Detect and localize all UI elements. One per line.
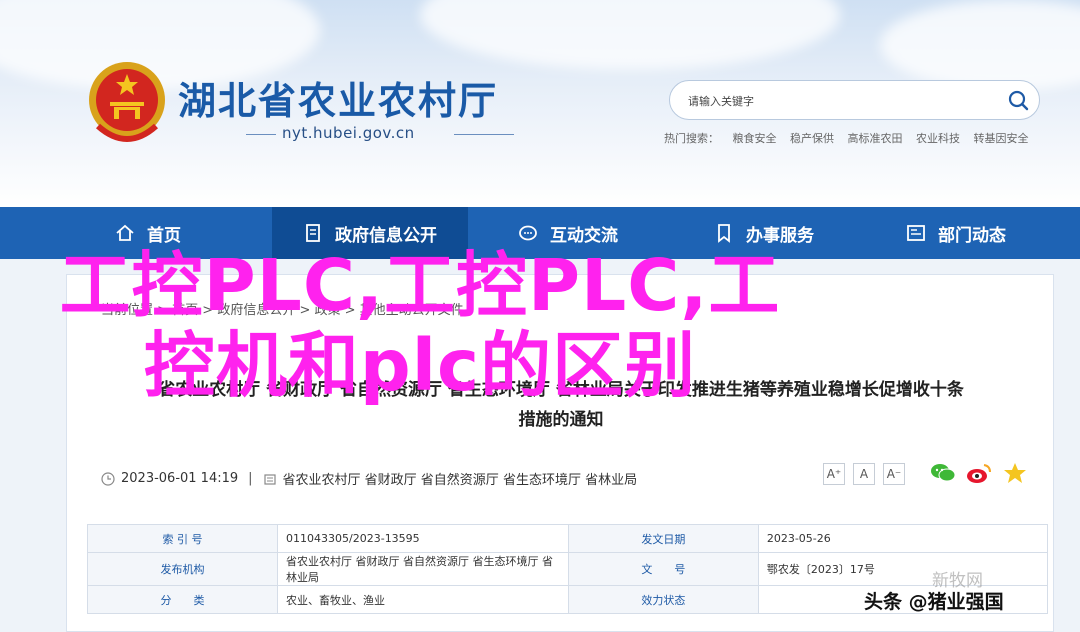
search-box xyxy=(669,80,1040,120)
article-title-line: 措施的通知 xyxy=(518,410,604,430)
hot-search-row: 热门搜索： 粮食安全 稳产保供 高标准农田 农业科技 转基因安全 xyxy=(664,130,1039,146)
favorite-star-icon[interactable] xyxy=(1001,461,1029,485)
info-key: 文 号 xyxy=(567,552,759,586)
chat-icon xyxy=(519,225,537,241)
info-key: 分 类 xyxy=(86,585,279,614)
meta-divider: | xyxy=(248,471,253,486)
site-header: 湖北省农业农村厅 nyt.hubei.gov.cn 热门搜索： 粮食安全 稳产保… xyxy=(0,0,1080,207)
info-key: 效力状态 xyxy=(567,585,759,614)
share-icons xyxy=(929,461,1029,485)
watermark-text: 头条 @猪业强国 xyxy=(864,591,1004,613)
hot-search-label: 热门搜索： xyxy=(664,132,719,145)
hot-search-term[interactable]: 农业科技 xyxy=(916,132,960,145)
table-row: 索 引 号 011043305/2023-13595 发文日期 2023-05-… xyxy=(86,524,1049,553)
site-domain: nyt.hubei.gov.cn xyxy=(246,124,514,144)
hot-search-term[interactable]: 转基因安全 xyxy=(974,132,1029,145)
info-key: 索 引 号 xyxy=(86,524,279,553)
article-source: 省农业农村厅 省财政厅 省自然资源厅 省生态环境厅 省林业局 xyxy=(282,473,638,488)
publish-date: 2023-06-01 14:19 xyxy=(121,471,239,486)
search-input[interactable] xyxy=(686,89,990,113)
national-emblem-icon xyxy=(89,62,165,142)
info-value: 省农业农村厅 省财政厅 省自然资源厅 省生态环境厅 省林业局 xyxy=(277,552,569,586)
nav-item-label: 政府信息公开 xyxy=(335,225,437,246)
cloud-decoration xyxy=(420,0,840,70)
document-icon xyxy=(306,224,320,242)
nav-item-label: 互动交流 xyxy=(550,225,618,246)
font-decrease-button[interactable]: A⁻ xyxy=(883,463,905,485)
cloud-decoration xyxy=(880,0,1080,90)
hot-search-term[interactable]: 高标准农田 xyxy=(848,132,903,145)
info-value: 011043305/2023-13595 xyxy=(277,524,569,553)
home-icon xyxy=(116,224,134,241)
source-icon xyxy=(263,473,276,485)
hot-search-term[interactable]: 粮食安全 xyxy=(733,132,777,145)
nav-item-label: 部门动态 xyxy=(938,225,1006,246)
bookmark-icon xyxy=(718,224,730,243)
info-value: 鄂农发〔2023〕17号 xyxy=(757,552,1049,586)
font-default-button[interactable]: A xyxy=(853,463,875,485)
search-icon[interactable] xyxy=(1005,87,1033,115)
font-size-controls: A⁺ A A⁻ xyxy=(823,463,905,485)
info-value: 农业、畜牧业、渔业 xyxy=(277,585,569,614)
clock-icon xyxy=(101,471,115,486)
weibo-icon[interactable] xyxy=(965,461,993,485)
font-increase-button[interactable]: A⁺ xyxy=(823,463,845,485)
info-key: 发布机构 xyxy=(86,552,279,586)
hot-search-term[interactable]: 稳产保供 xyxy=(790,132,834,145)
overlay-headline: 工控PLC,工控PLC,工控机和plc的区别 xyxy=(59,244,781,407)
news-icon xyxy=(907,225,925,241)
nav-item-label: 办事服务 xyxy=(746,225,814,246)
nav-item-label: 首页 xyxy=(147,225,181,246)
wechat-icon[interactable] xyxy=(929,461,957,485)
table-row: 发布机构 省农业农村厅 省财政厅 省自然资源厅 省生态环境厅 省林业局 文 号 … xyxy=(86,552,1049,586)
info-value: 2023-05-26 xyxy=(757,524,1049,553)
info-key: 发文日期 xyxy=(567,524,759,553)
domain-text: nyt.hubei.gov.cn xyxy=(282,124,415,142)
site-title: 湖北省农业农村厅 xyxy=(178,78,499,123)
nav-item-dept-news[interactable]: 部门动态 xyxy=(876,207,1036,259)
article-meta: 2023-06-01 14:19 | 省农业农村厅 省财政厅 省自然资源厅 省生… xyxy=(101,469,637,488)
